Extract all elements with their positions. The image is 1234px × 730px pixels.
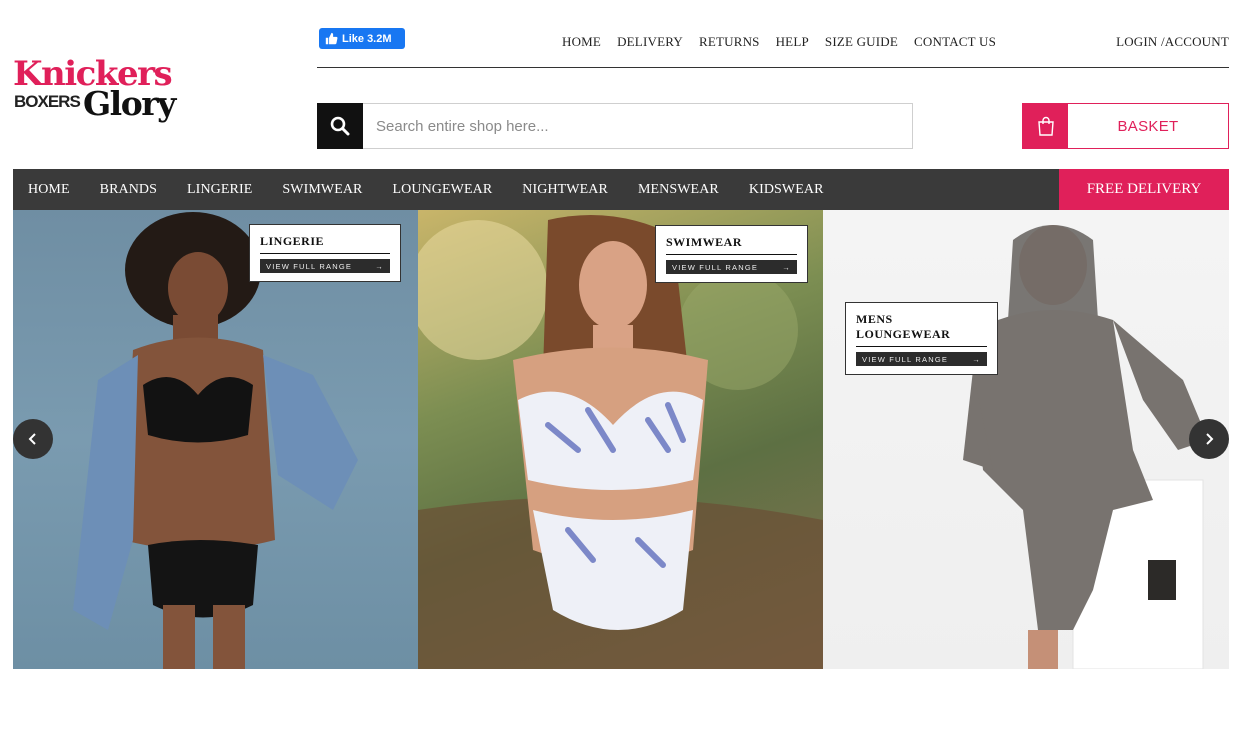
top-nav-contact-us[interactable]: CONTACT US: [914, 34, 996, 50]
cta-label: VIEW FULL RANGE: [266, 261, 353, 271]
carousel-prev-button[interactable]: [13, 419, 53, 459]
logo-word-glory: Glory: [83, 84, 176, 123]
logo-word-boxers: BOXERS: [14, 92, 81, 111]
search-button[interactable]: [317, 103, 363, 149]
main-nav-loungewear[interactable]: LOUNGEWEAR: [393, 182, 493, 198]
facebook-like-button[interactable]: Like 3.2M: [319, 28, 405, 49]
main-nav-lingerie[interactable]: LINGERIE: [187, 182, 252, 198]
main-nav-swimwear[interactable]: SWIMWEAR: [282, 182, 362, 198]
main-nav-nightwear[interactable]: NIGHTWEAR: [522, 182, 608, 198]
site-logo[interactable]: Knickers BOXERS Glory: [13, 56, 188, 136]
main-nav-kidswear[interactable]: KIDSWEAR: [749, 182, 824, 198]
cta-label: VIEW FULL RANGE: [672, 262, 759, 272]
main-nav-brands[interactable]: BRANDS: [100, 182, 157, 198]
login-account-link[interactable]: LOGIN /ACCOUNT: [1116, 34, 1229, 50]
main-nav-home[interactable]: HOME: [28, 182, 70, 198]
hero-panel-swimwear[interactable]: SWIMWEAR VIEW FULL RANGE →: [418, 210, 823, 669]
main-navigation: HOME BRANDS LINGERIE SWIMWEAR LOUNGEWEAR…: [13, 169, 1229, 210]
top-nav-size-guide[interactable]: SIZE GUIDE: [825, 34, 898, 50]
top-nav-home[interactable]: HOME: [562, 34, 601, 50]
shopping-bag-icon: [1023, 104, 1068, 148]
thumbs-up-icon: [325, 32, 338, 45]
search-input[interactable]: [363, 103, 913, 149]
search-icon: [330, 116, 350, 136]
arrow-right-icon: →: [375, 261, 384, 271]
arrow-right-icon: →: [782, 262, 791, 272]
basket-label: BASKET: [1117, 117, 1179, 135]
top-nav-help[interactable]: HELP: [776, 34, 809, 50]
category-card-lingerie[interactable]: LINGERIE VIEW FULL RANGE →: [249, 224, 401, 282]
basket-button[interactable]: BASKET: [1022, 103, 1229, 149]
main-nav-menswear[interactable]: MENSWEAR: [638, 182, 719, 198]
category-title: MENS LOUNGEWEAR: [856, 312, 987, 347]
top-nav-delivery[interactable]: DELIVERY: [617, 34, 683, 50]
top-navigation: HOME DELIVERY RETURNS HELP SIZE GUIDE CO…: [562, 34, 1012, 50]
cta-label: VIEW FULL RANGE: [862, 354, 949, 364]
free-delivery-button[interactable]: FREE DELIVERY: [1059, 169, 1229, 210]
top-nav-returns[interactable]: RETURNS: [699, 34, 760, 50]
category-title: SWIMWEAR: [666, 235, 797, 255]
mens-loungewear-model-image: [963, 225, 1208, 669]
chevron-left-icon: [28, 433, 36, 445]
hero-panel-mens-loungewear[interactable]: MENS LOUNGEWEAR VIEW FULL RANGE →: [823, 210, 1229, 669]
chevron-right-icon: [1206, 433, 1214, 445]
view-full-range-button[interactable]: VIEW FULL RANGE →: [666, 260, 797, 274]
view-full-range-button[interactable]: VIEW FULL RANGE →: [856, 352, 987, 366]
carousel-next-button[interactable]: [1189, 419, 1229, 459]
hero-carousel: LINGERIE VIEW FULL RANGE → SWIMWEAR VIEW…: [13, 210, 1229, 669]
facebook-like-label: Like 3.2M: [342, 32, 392, 45]
hero-panel-lingerie[interactable]: LINGERIE VIEW FULL RANGE →: [13, 210, 418, 669]
header-divider: [317, 67, 1229, 68]
category-card-mens-loungewear[interactable]: MENS LOUNGEWEAR VIEW FULL RANGE →: [845, 302, 998, 375]
arrow-right-icon: →: [972, 354, 981, 364]
view-full-range-button[interactable]: VIEW FULL RANGE →: [260, 259, 390, 273]
category-card-swimwear[interactable]: SWIMWEAR VIEW FULL RANGE →: [655, 225, 808, 283]
category-title: LINGERIE: [260, 234, 390, 254]
